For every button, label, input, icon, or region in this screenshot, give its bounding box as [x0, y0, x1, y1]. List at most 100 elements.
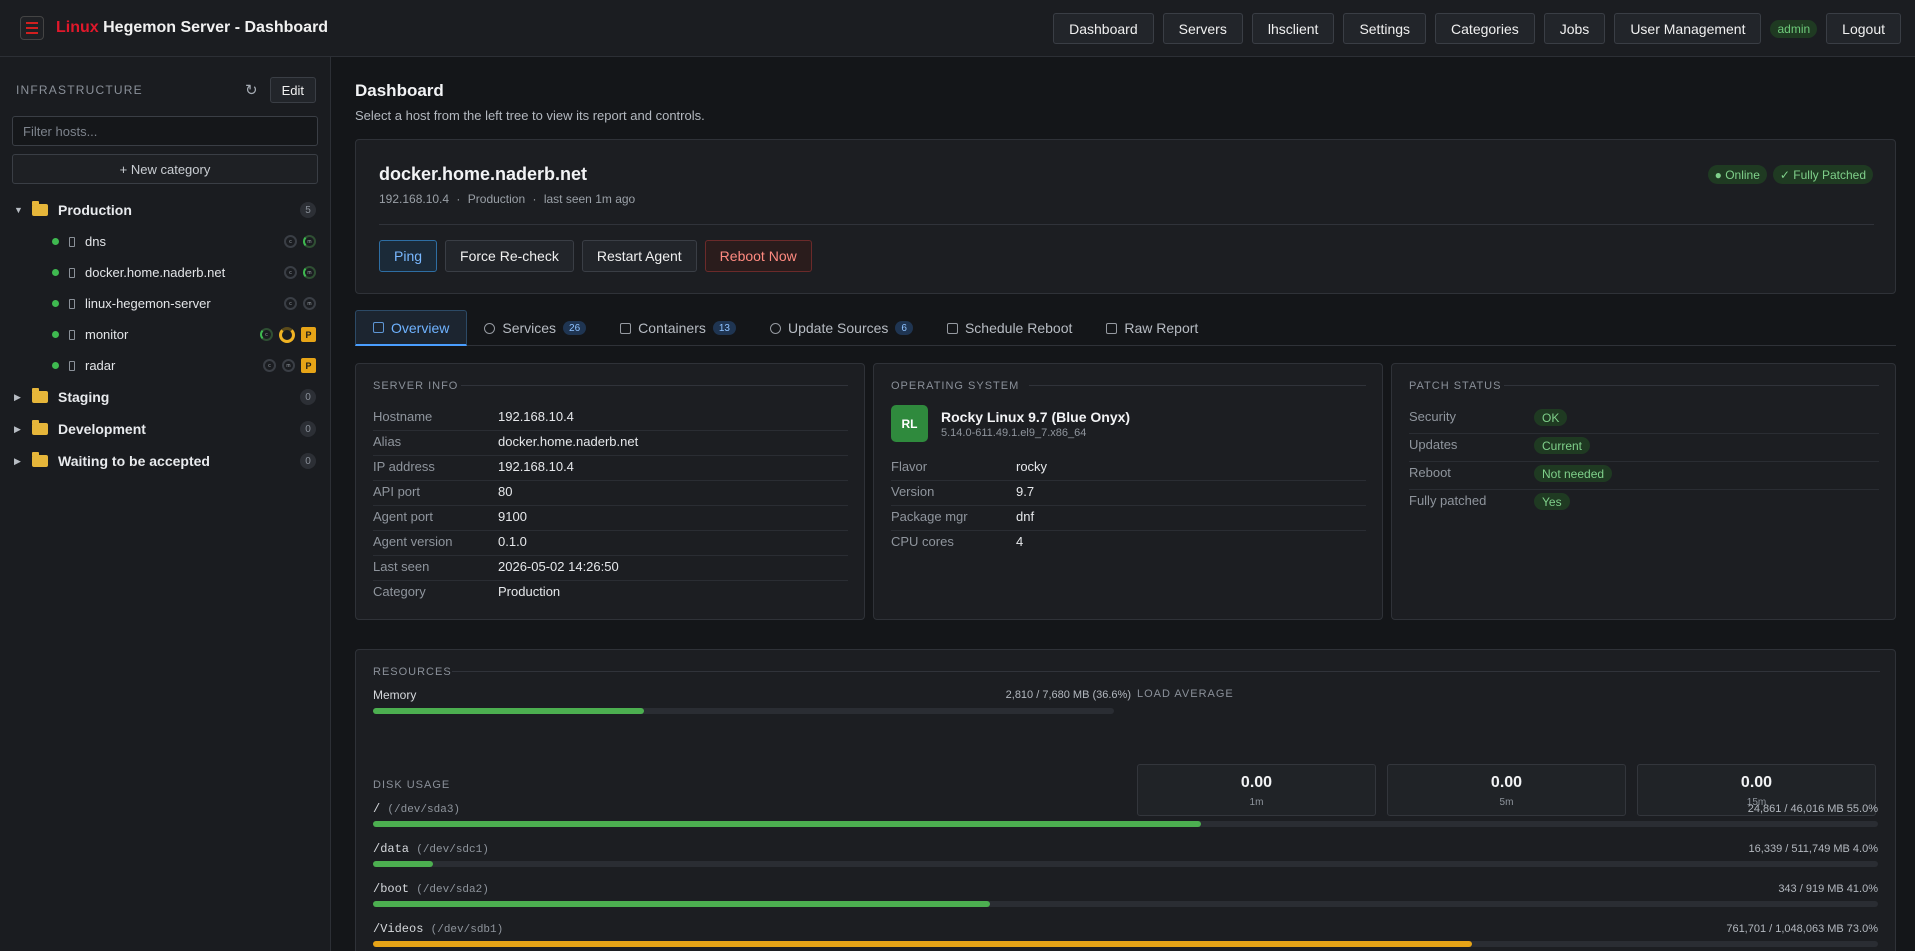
- refresh-icon[interactable]: ↻: [245, 81, 258, 99]
- status-pill: Not needed: [1534, 465, 1613, 482]
- row-value: 192.168.10.4: [498, 409, 574, 424]
- host-item-linux-hegemon-server[interactable]: linux-hegemon-server c m: [0, 288, 330, 319]
- host-label: linux-hegemon-server: [85, 296, 211, 311]
- memory-label: Memory: [373, 688, 417, 702]
- row-divider: [373, 580, 848, 581]
- disk-device: (/dev/sda3): [387, 804, 461, 816]
- row-value: rocky: [1016, 459, 1048, 474]
- category-label: Production: [58, 202, 132, 218]
- cpu-ring-icon: c: [284, 297, 297, 310]
- row-divider: [891, 530, 1366, 531]
- tab-services[interactable]: Services 26: [467, 310, 603, 346]
- caret-right-icon[interactable]: ▶: [14, 456, 32, 467]
- page-title: Dashboard: [355, 81, 444, 100]
- user-badge: admin: [1770, 19, 1818, 38]
- reboot-now-button[interactable]: Reboot Now: [704, 240, 812, 272]
- online-status-icon: [52, 269, 59, 276]
- tab-overview[interactable]: Overview: [355, 310, 468, 346]
- row-value: dnf: [1016, 509, 1035, 524]
- load-average-title: LOAD AVERAGE: [1137, 688, 1234, 700]
- host-actions: Ping Force Re-check Restart Agent Reboot…: [379, 240, 812, 272]
- logout-button[interactable]: Logout: [1826, 13, 1901, 44]
- host-header-card: docker.home.naderb.net 192.168.10.4 · Pr…: [355, 139, 1896, 294]
- row-divider: [1409, 489, 1879, 490]
- meta-separator: ·: [456, 192, 461, 206]
- host-item-radar[interactable]: radar c m P: [0, 350, 330, 381]
- host-item-monitor[interactable]: monitor c P: [0, 319, 330, 350]
- tab-label: Containers: [638, 320, 706, 336]
- row-key: Fully patched: [1409, 493, 1487, 508]
- page-subtitle: Select a host from the left tree to view…: [355, 108, 705, 123]
- restart-agent-button[interactable]: Restart Agent: [581, 240, 697, 272]
- disk-mount-label: /boot (/dev/sda2): [373, 882, 489, 896]
- memory-value: 2,810 / 7,680 MB (36.6%): [1005, 689, 1131, 701]
- memory-ring-icon: m: [303, 297, 316, 310]
- new-category-button[interactable]: + New category: [12, 154, 318, 184]
- os-logo: RL: [891, 405, 928, 442]
- nav-user-management[interactable]: User Management: [1614, 13, 1762, 44]
- edit-tree-button[interactable]: Edit: [269, 77, 316, 103]
- main-nav: Dashboard Servers lhsclient Settings Cat…: [1053, 13, 1901, 44]
- server-icon: [69, 236, 75, 247]
- row-key: Last seen: [373, 559, 430, 574]
- disk-usage-bar-fill: [373, 821, 1201, 827]
- online-status-icon: [52, 238, 59, 245]
- host-label: dns: [85, 234, 106, 249]
- disk-mount-label: /Videos (/dev/sdb1): [373, 922, 503, 936]
- row-divider: [373, 455, 848, 456]
- online-status-icon: [52, 362, 59, 369]
- folder-icon: [32, 420, 48, 435]
- category-staging[interactable]: ▶ Staging 0: [0, 381, 330, 413]
- disk-usage-bar: [373, 821, 1878, 827]
- ping-button[interactable]: Ping: [379, 240, 438, 272]
- refresh-circle-icon: [770, 322, 781, 334]
- meta-separator: ·: [532, 192, 537, 206]
- divider: [452, 671, 1880, 672]
- row-key: CPU cores: [891, 534, 954, 549]
- nav-settings[interactable]: Settings: [1343, 13, 1427, 44]
- nav-categories[interactable]: Categories: [1435, 13, 1535, 44]
- app-title-red: Linux: [56, 19, 99, 36]
- disk-usage-bar: [373, 941, 1878, 947]
- tab-update-sources[interactable]: Update Sources 6: [753, 310, 930, 346]
- section-title: OPERATING SYSTEM: [891, 380, 1020, 392]
- disk-usage-bar-fill: [373, 941, 1472, 947]
- tab-raw-report[interactable]: Raw Report: [1089, 310, 1215, 346]
- info-row: Alias docker.home.naderb.net: [373, 434, 638, 449]
- caret-down-icon[interactable]: ▼: [14, 205, 32, 215]
- disk-usage-bar-fill: [373, 901, 991, 907]
- brand: Linux Hegemon Server - Dashboard: [20, 16, 328, 40]
- host-name: docker.home.naderb.net: [379, 164, 588, 184]
- load-unit: 1m: [1249, 797, 1264, 808]
- nav-servers[interactable]: Servers: [1162, 13, 1243, 44]
- category-count: 0: [300, 421, 316, 437]
- sidebar: INFRASTRUCTURE ↻ Edit + New category ▼ P…: [0, 57, 331, 951]
- row-divider: [373, 480, 848, 481]
- nav-dashboard[interactable]: Dashboard: [1053, 13, 1154, 44]
- disk-mount-label: / (/dev/sda3): [373, 802, 460, 816]
- force-recheck-button[interactable]: Force Re-check: [445, 240, 574, 272]
- category-development[interactable]: ▶ Development 0: [0, 413, 330, 445]
- info-row: Updates Current: [1409, 437, 1591, 454]
- filter-hosts-input[interactable]: [12, 116, 318, 146]
- top-bar: Linux Hegemon Server - Dashboard Dashboa…: [0, 0, 1915, 57]
- caret-right-icon[interactable]: ▶: [14, 392, 32, 403]
- online-badge: ● Online: [1707, 165, 1767, 184]
- host-tabs: Overview Services 26 Containers 13 Updat…: [355, 310, 1896, 346]
- host-item-docker[interactable]: docker.home.naderb.net c m: [0, 257, 330, 288]
- nav-jobs[interactable]: Jobs: [1543, 13, 1606, 44]
- tab-containers[interactable]: Containers 13: [603, 310, 753, 346]
- category-waiting[interactable]: ▶ Waiting to be accepted 0: [0, 445, 330, 477]
- category-production[interactable]: ▼ Production 5: [0, 194, 330, 226]
- row-value: docker.home.naderb.net: [498, 434, 639, 449]
- disk-usage-bar: [373, 861, 1878, 867]
- load-1m: 0.00 1m: [1137, 764, 1376, 816]
- memory-ring-icon: m: [282, 359, 295, 372]
- caret-right-icon[interactable]: ▶: [14, 424, 32, 435]
- host-item-dns[interactable]: dns c m: [0, 226, 330, 257]
- tab-schedule-reboot[interactable]: Schedule Reboot: [930, 310, 1089, 346]
- nav-lhsclient[interactable]: lhsclient: [1251, 13, 1335, 44]
- info-row: Flavor rocky: [891, 459, 1047, 474]
- tab-label: Raw Report: [1124, 320, 1199, 336]
- folder-icon: [32, 452, 48, 467]
